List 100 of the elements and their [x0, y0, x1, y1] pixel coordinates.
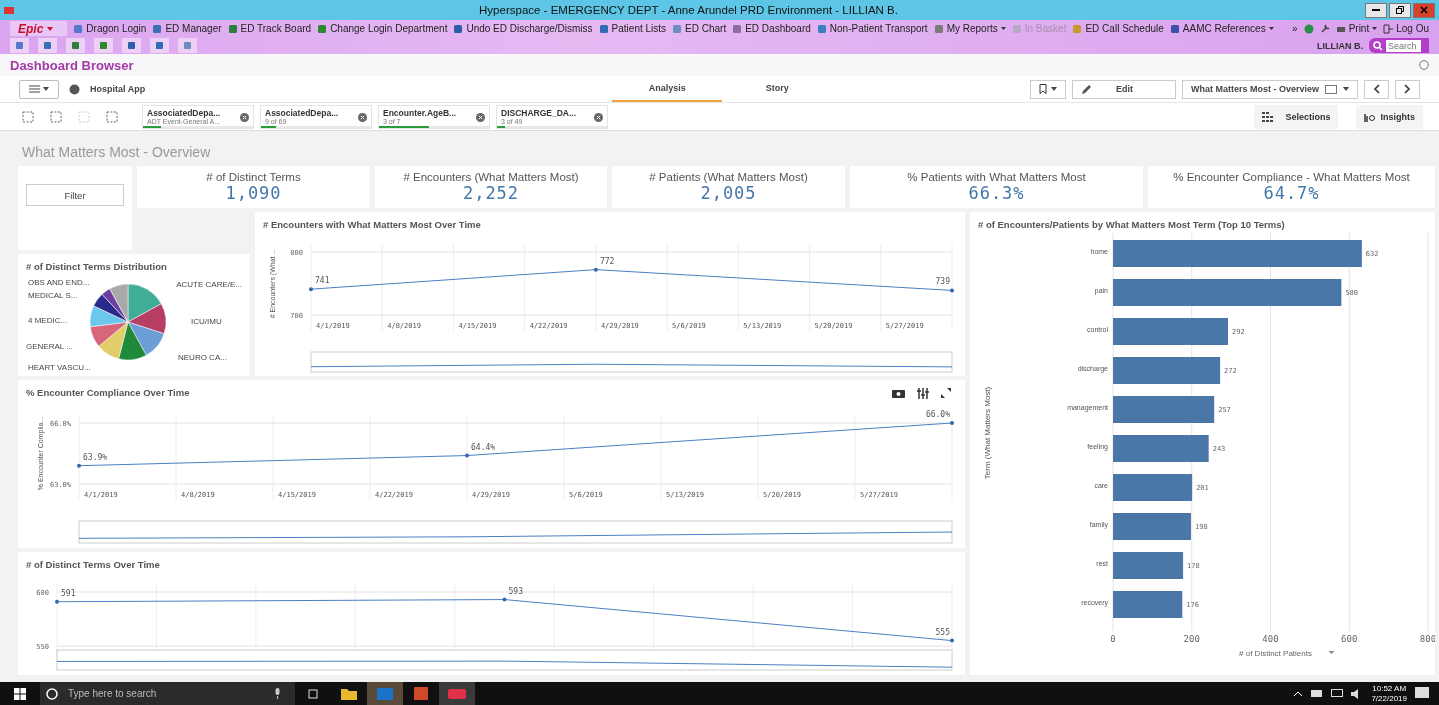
insights-icon [1364, 111, 1377, 122]
filter-button[interactable]: Filter [26, 184, 124, 206]
sort-caret-icon[interactable] [1328, 651, 1335, 654]
notification-icon[interactable] [1415, 687, 1429, 700]
clear-icon[interactable] [476, 112, 485, 122]
toolbar-button[interactable]: AAMC References [1169, 23, 1274, 34]
axis-label: 200 [1183, 634, 1200, 644]
data-point [77, 463, 81, 468]
shortcut-icon [71, 41, 80, 50]
tab[interactable]: Story [722, 76, 833, 102]
search-icon [1373, 40, 1383, 51]
search-box[interactable]: Search [1369, 38, 1429, 53]
shortcut-button[interactable] [10, 38, 29, 53]
snapshot-button[interactable] [892, 388, 905, 399]
taskbar-search-field[interactable]: Type here to search [66, 687, 266, 700]
adjust-button[interactable] [917, 388, 929, 399]
toolbar-icon [73, 23, 84, 34]
pencil-icon [1080, 83, 1092, 95]
axis-title: # of Distinct Patients [1239, 649, 1312, 658]
toolbar-icon [933, 23, 944, 34]
data-label: 741 [315, 276, 330, 286]
chart-title: # of Distinct Terms Distribution [26, 261, 167, 274]
step-forward-icon [78, 110, 90, 123]
expand-button[interactable] [941, 388, 951, 399]
shortcut-icon [155, 41, 164, 50]
taskbar-search-box[interactable]: Type here to search [40, 682, 295, 705]
shortcut-button[interactable] [122, 38, 141, 53]
shortcut-button[interactable] [178, 38, 197, 53]
search-field[interactable]: Search [1386, 39, 1421, 52]
data-point [593, 267, 598, 272]
clear-icon[interactable] [240, 112, 249, 122]
more-button[interactable]: » [1292, 23, 1298, 34]
wrench-icon[interactable] [1319, 23, 1330, 34]
grid-icon [1262, 111, 1274, 122]
sheet-selector[interactable]: What Matters Most - Overview [1181, 79, 1358, 99]
toolbar-icon [672, 23, 683, 34]
clock-time: 10:52 AM [1372, 683, 1407, 694]
next-sheet-button[interactable] [1395, 79, 1420, 99]
shortcut-button[interactable] [38, 38, 57, 53]
toolbar-button[interactable]: Patient Lists [598, 23, 667, 34]
data-point [950, 288, 954, 293]
toolbar-icon [1169, 23, 1180, 34]
edit-button[interactable]: Edit [1071, 79, 1176, 99]
selections-button[interactable]: Selections [1254, 104, 1339, 129]
mail-app-icon [377, 687, 393, 700]
chevron-left-icon [1373, 84, 1380, 94]
camera-icon [892, 388, 905, 398]
chevron-right-icon [1404, 84, 1411, 94]
chevron-up-icon [1293, 690, 1304, 697]
shortcut-button[interactable] [150, 38, 169, 53]
selection-search-icon [22, 110, 34, 123]
clear-icon[interactable] [594, 112, 603, 122]
kpi-label: # Encounters (What Matters Most) [403, 171, 579, 183]
range-navigator[interactable] [310, 351, 953, 373]
range-navigator[interactable] [56, 649, 953, 671]
previous-sheet-button[interactable] [1364, 79, 1389, 99]
data-point [502, 597, 507, 602]
restore-button[interactable] [1389, 2, 1411, 18]
close-icon [1420, 6, 1428, 14]
toolbar-button[interactable]: Undo ED Discharge/Dismiss [453, 23, 593, 34]
range-navigator[interactable] [78, 520, 953, 544]
toolbar-button[interactable]: Dragon Login [73, 23, 147, 34]
toolbar-icon [732, 23, 743, 34]
pie-label: NEURO CA... [178, 353, 227, 362]
pie-label: GENERAL ... [26, 342, 73, 351]
app-icon [448, 688, 466, 699]
activity-title: Dashboard Browser [10, 57, 134, 73]
minimize-button[interactable] [1365, 2, 1387, 18]
data-label: 591 [61, 588, 76, 598]
toolbar-button[interactable]: Change Login Department [317, 23, 448, 34]
toolbar-button[interactable]: ED Chart [672, 23, 727, 34]
globe-icon[interactable] [1303, 23, 1314, 34]
bookmark-icon [1038, 84, 1047, 94]
clock-date: 7/22/2019 [1371, 693, 1407, 704]
insights-button[interactable]: Insights [1356, 104, 1423, 129]
toolbar-button[interactable]: ED Manager [152, 23, 222, 34]
logout-button[interactable]: Log Ou [1383, 23, 1429, 34]
menu-button[interactable] [19, 79, 59, 99]
toolbar-button[interactable]: My Reports [933, 23, 1006, 34]
help-icon[interactable] [1419, 60, 1429, 70]
toolbar-button[interactable]: Non-Patient Transport [816, 23, 928, 34]
caret-icon [47, 26, 54, 31]
search-icon [46, 687, 58, 700]
shortcut-button[interactable] [66, 38, 85, 53]
clear-icon[interactable] [358, 112, 367, 122]
logout-icon [1383, 23, 1394, 34]
axis-label: 600 [1341, 634, 1358, 644]
shortcut-button[interactable] [94, 38, 113, 53]
pie-label: ICU/IMU [191, 317, 222, 326]
toolbar-button[interactable]: ED Call Schedule [1072, 23, 1164, 34]
toolbar-button[interactable]: ED Dashboard [732, 23, 811, 34]
data-label: 555 [935, 627, 950, 637]
close-button[interactable] [1413, 2, 1435, 18]
chart-title: % Encounter Compliance Over Time [26, 387, 190, 400]
epic-menu-button[interactable]: Epic [10, 21, 68, 36]
print-button[interactable]: Print [1335, 23, 1378, 34]
toolbar-button[interactable]: ED Track Board [227, 23, 312, 34]
bookmark-button[interactable] [1029, 79, 1066, 99]
shortcut-icon [43, 41, 52, 50]
axis-title: Term (What Matters Most) [983, 386, 992, 480]
